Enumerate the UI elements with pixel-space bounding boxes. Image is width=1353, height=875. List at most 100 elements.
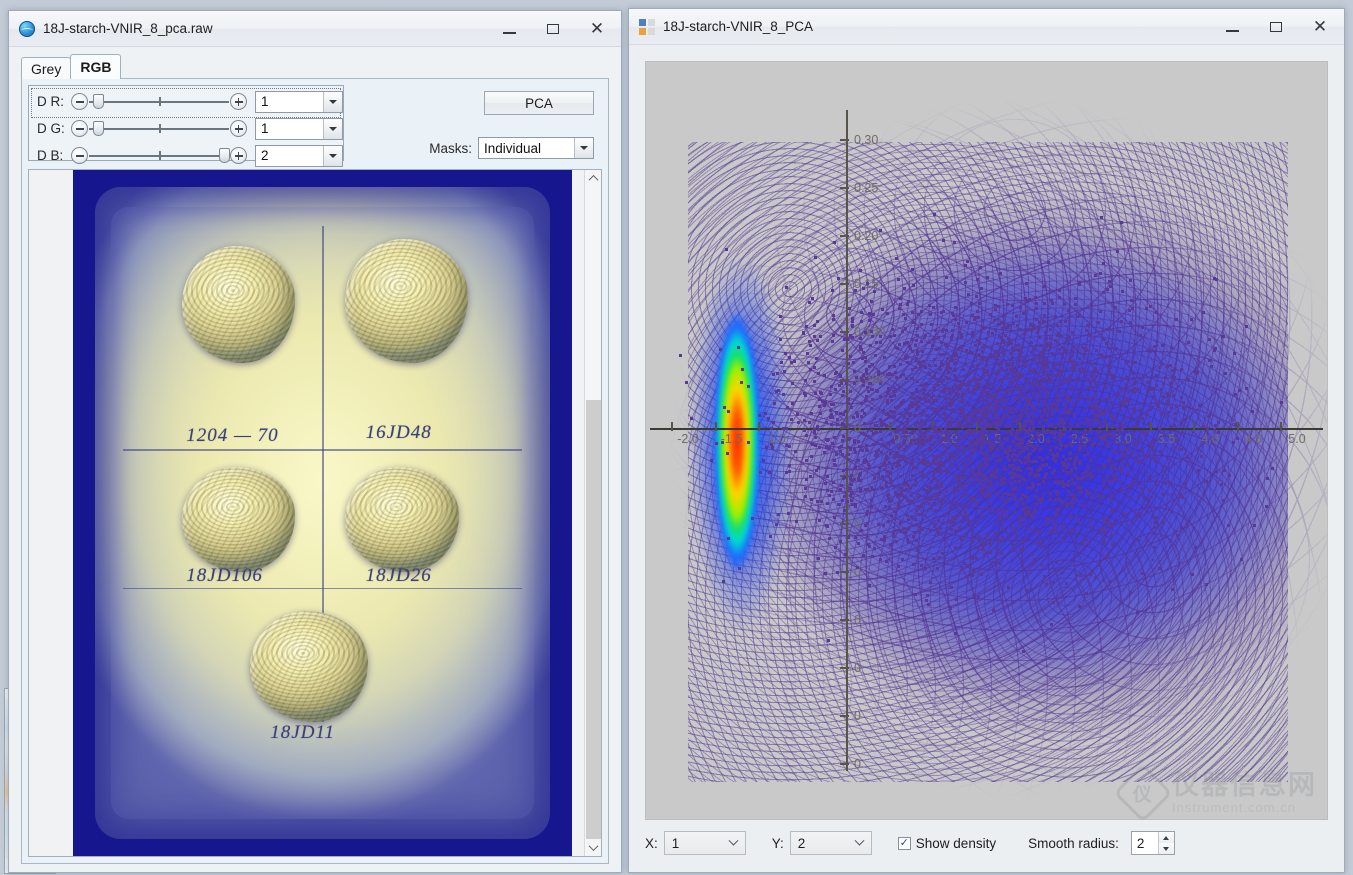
scatter-point — [853, 370, 857, 374]
scatter-point — [875, 341, 879, 345]
scatter-point — [869, 499, 873, 502]
scatter-point — [1017, 437, 1021, 441]
show-density-checkbox[interactable]: ✓ — [897, 836, 911, 850]
scatter-point — [963, 423, 967, 427]
scatter-point — [908, 487, 912, 491]
scatter-point — [847, 438, 850, 442]
pca-scatter-window[interactable]: 18J-starch-VNIR_8_PCA ✕ 0.30 0.25 0.20 0… — [628, 8, 1345, 873]
scatter-point — [979, 461, 983, 465]
x-tick-13 — [1280, 422, 1282, 431]
pca-button[interactable]: PCA — [484, 91, 594, 115]
tab-rgb[interactable]: RGB — [70, 54, 122, 79]
scatter-point — [1006, 586, 1010, 590]
slider-thumb-green[interactable] — [93, 121, 105, 136]
scatter-point — [780, 360, 783, 364]
band-slider-group: D R: 1 D G: 1 D B: 2 — [28, 85, 344, 167]
slider-track-blue[interactable] — [89, 147, 231, 164]
red-band-dropdown-arrow[interactable] — [323, 91, 342, 112]
increment-red-button[interactable] — [230, 93, 247, 110]
image-viewer-window[interactable]: 18J-starch-VNIR_8_pca.raw ✕ Grey RGB D R… — [8, 10, 622, 873]
green-band-dropdown-arrow[interactable] — [323, 118, 342, 139]
minimize-button[interactable] — [1210, 9, 1254, 44]
x-axis-dropdown-arrow[interactable] — [723, 835, 745, 847]
scatter-point — [1075, 422, 1079, 426]
scatter-point — [727, 536, 730, 540]
scatter-point — [955, 453, 959, 457]
scatter-point — [1013, 372, 1017, 376]
scatter-point — [859, 268, 863, 272]
scroll-up-button[interactable] — [585, 170, 601, 187]
scatter-point — [835, 453, 838, 457]
close-button[interactable]: ✕ — [575, 11, 619, 46]
scatter-point — [1152, 395, 1156, 399]
scatter-point — [1069, 501, 1073, 505]
scatter-point — [1075, 513, 1079, 517]
scatter-point — [952, 524, 956, 527]
increment-green-button[interactable] — [230, 120, 247, 137]
scatter-point — [1144, 504, 1148, 508]
scatter-point — [872, 416, 876, 420]
decrement-blue-button[interactable] — [71, 147, 88, 164]
x-tick-label-11: 4.0 — [1201, 432, 1219, 446]
scatter-point — [925, 598, 928, 602]
slider-track-red[interactable] — [89, 93, 229, 110]
masks-combo[interactable]: Individual — [478, 137, 594, 159]
scatter-point — [975, 502, 979, 506]
masks-dropdown-arrow[interactable] — [574, 138, 593, 158]
scatter-point — [924, 460, 927, 464]
image-vertical-scrollbar[interactable] — [584, 170, 601, 856]
minimize-button[interactable] — [487, 11, 531, 46]
scatter-point — [955, 433, 959, 437]
scatter-point — [926, 413, 930, 417]
increment-blue-button[interactable] — [230, 147, 247, 164]
decrement-green-button[interactable] — [71, 120, 88, 137]
slider-thumb-blue[interactable] — [219, 148, 231, 163]
right-window-titlebar[interactable]: 18J-starch-VNIR_8_PCA ✕ — [629, 9, 1344, 45]
left-window-title: 18J-starch-VNIR_8_pca.raw — [43, 21, 213, 36]
scatter-point — [967, 430, 971, 434]
scatter-point — [1223, 469, 1227, 472]
scatter-point — [872, 443, 876, 447]
maximize-button[interactable] — [1254, 9, 1298, 44]
hyperspectral-image[interactable]: 1204 — 70 16JD48 18JD106 18JD26 18JD11 — [73, 170, 572, 856]
green-band-combo[interactable]: 1 — [255, 117, 343, 140]
y-axis-dropdown-arrow[interactable] — [849, 835, 871, 847]
decrement-red-button[interactable] — [71, 93, 88, 110]
plot-canvas[interactable]: 0.300.250.200.150.1000.05000000000-2.0-1… — [646, 62, 1327, 819]
scatter-point — [983, 478, 987, 482]
smooth-radius-increment[interactable] — [1158, 832, 1174, 843]
image-viewport[interactable]: 1204 — 70 16JD48 18JD106 18JD26 18JD11 — [28, 169, 602, 857]
scroll-down-button[interactable] — [585, 839, 601, 856]
pca-scatter-plot[interactable]: 0.300.250.200.150.1000.05000000000-2.0-1… — [645, 61, 1328, 823]
maximize-button[interactable] — [531, 11, 575, 46]
scatter-point — [830, 422, 834, 426]
scatter-point — [994, 475, 998, 479]
slider-thumb-red[interactable] — [93, 94, 105, 109]
tab-grey[interactable]: Grey — [21, 57, 72, 79]
scatter-point — [807, 421, 811, 425]
blue-band-dropdown-arrow[interactable] — [323, 145, 342, 166]
scrollbar-thumb[interactable] — [586, 400, 601, 856]
slider-track-green[interactable] — [89, 120, 229, 137]
scatter-point — [923, 396, 927, 400]
x-axis-combo[interactable]: 1 — [663, 831, 746, 855]
close-button[interactable]: ✕ — [1298, 9, 1342, 44]
y-axis-combo[interactable]: 2 — [789, 831, 872, 855]
scatter-point — [1048, 498, 1052, 502]
scatter-point — [945, 344, 949, 348]
smooth-radius-spinner[interactable]: 2 — [1130, 831, 1175, 855]
left-window-titlebar[interactable]: 18J-starch-VNIR_8_pca.raw ✕ — [9, 11, 621, 47]
scatter-point — [986, 551, 990, 555]
blue-band-combo[interactable]: 2 — [255, 144, 343, 167]
scatter-point — [1088, 334, 1092, 337]
scatter-point — [994, 392, 998, 396]
slider-label-red: D R: — [37, 94, 64, 109]
scatter-point — [802, 419, 806, 423]
scatter-point — [1004, 451, 1007, 454]
scatter-point — [1038, 409, 1042, 413]
scatter-point — [1145, 539, 1149, 543]
scatter-point — [737, 345, 741, 349]
red-band-combo[interactable]: 1 — [255, 90, 343, 113]
smooth-radius-decrement[interactable] — [1158, 843, 1174, 854]
scatter-point — [1140, 326, 1144, 330]
